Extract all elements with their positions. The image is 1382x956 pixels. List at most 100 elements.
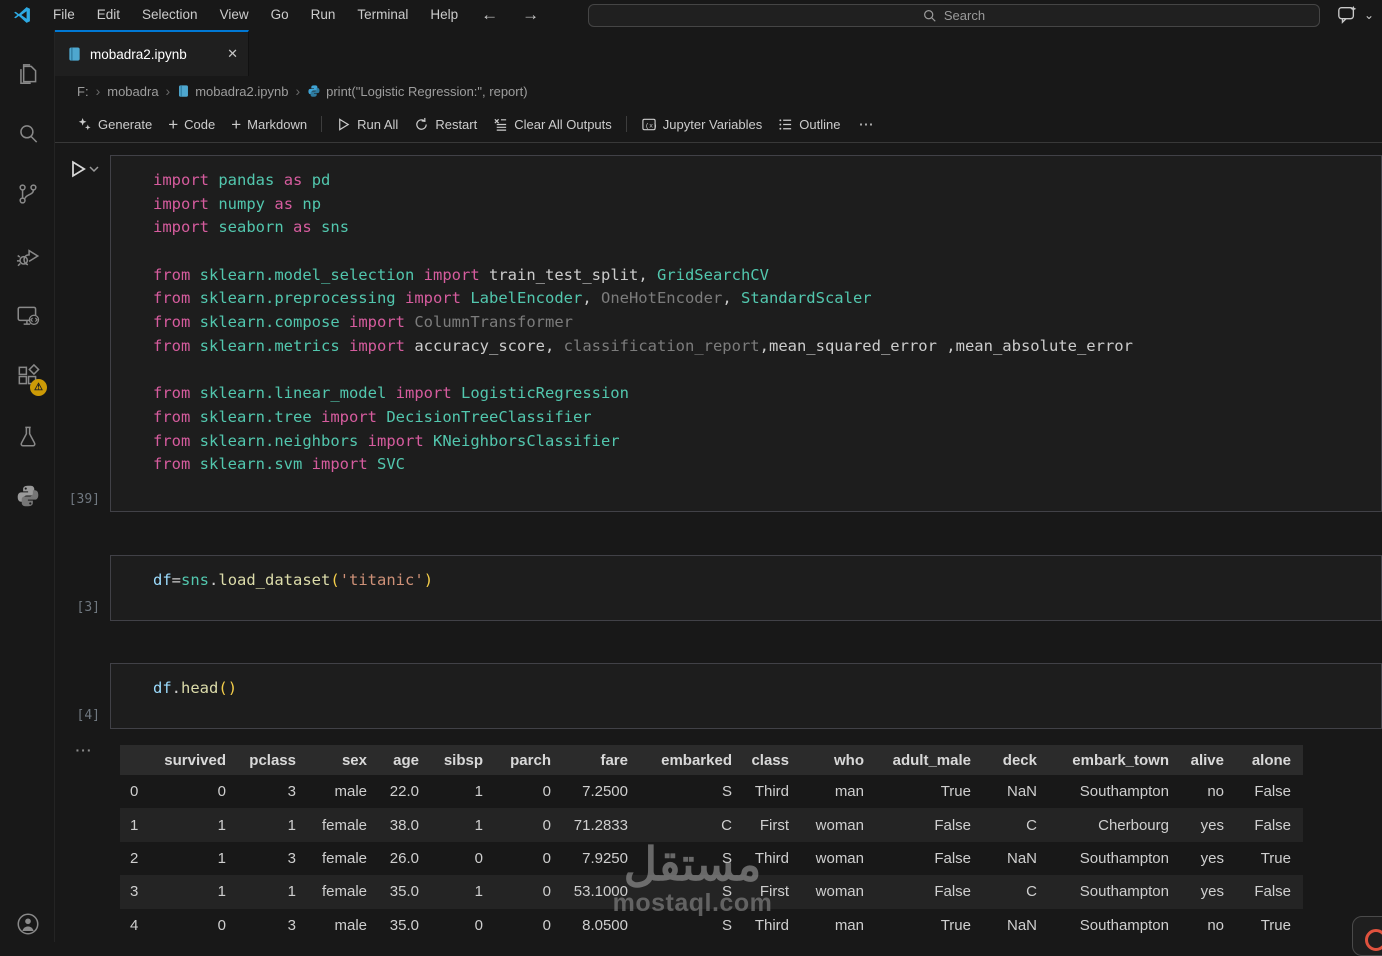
copilot-chevron-icon[interactable]: ⌄ [1364,8,1374,22]
code-cell-3-code[interactable]: df.head() [111,664,1381,701]
table-column-header: pclass [238,745,308,775]
code-line: from sklearn.model_selection import trai… [153,264,1381,288]
run-debug-icon[interactable] [0,234,55,278]
python-symbol-icon [307,84,321,98]
add-code-button[interactable]: + Code [160,111,223,137]
tab-mobadra2-ipynb[interactable]: mobadra2.ipynb ✕ [55,30,249,76]
table-cell: yes [1181,875,1236,908]
table-cell: Southampton [1049,909,1181,942]
run-cell-button[interactable] [68,158,100,180]
play-icon [336,117,351,132]
code-cell-2[interactable]: df=sns.load_dataset('titanic') [110,555,1382,621]
table-cell: woman [801,842,876,875]
copilot-chat-icon[interactable] [1336,5,1358,25]
table-header-row: survivedpclasssexagesibspparchfareembark… [120,745,1303,775]
code-line: from sklearn.tree import DecisionTreeCla… [153,406,1381,430]
clear-all-outputs-button[interactable]: Clear All Outputs [485,111,620,137]
add-markdown-button[interactable]: + Markdown [223,111,315,137]
menu-help[interactable]: Help [419,0,469,30]
restart-button[interactable]: Restart [406,111,485,137]
menu-view[interactable]: View [209,0,260,30]
table-cell: male [308,909,379,942]
chevron-right-icon: › [96,83,101,99]
table-cell: 71.2833 [563,808,640,841]
table-cell: 0 [495,775,563,808]
table-row: 213female26.0007.9250SThirdwomanFalseNaN… [120,842,1303,875]
breadcrumb-file[interactable]: mobadra2.ipynb [195,84,288,99]
source-control-icon[interactable] [0,172,55,216]
jupyter-variables-button[interactable]: (x) Jupyter Variables [633,111,770,137]
forward-arrow-icon[interactable]: → [510,5,551,25]
code-cell-1[interactable]: import pandas as pdimport numpy as npimp… [110,155,1382,512]
table-cell: False [876,875,983,908]
table-cell: 4 [120,909,160,942]
output-options-icon[interactable]: ··· [70,742,98,758]
table-cell: NaN [983,842,1049,875]
table-cell: 3 [120,875,160,908]
code-cell-2-code[interactable]: df=sns.load_dataset('titanic') [111,556,1381,593]
add-code-label: Code [184,117,215,132]
table-column-header: alive [1181,745,1236,775]
table-cell: 22.0 [379,775,431,808]
table-cell: man [801,775,876,808]
table-column-header [120,745,160,775]
table-column-header: fare [563,745,640,775]
table-cell: 2 [120,842,160,875]
sparkle-icon [77,117,92,132]
table-column-header: parch [495,745,563,775]
table-cell: True [876,775,983,808]
table-cell: False [1236,875,1303,908]
menu-terminal[interactable]: Terminal [346,0,419,30]
table-cell: no [1181,775,1236,808]
search-icon [923,9,937,23]
search-input[interactable]: Search [588,4,1320,27]
table-cell: Cherbourg [1049,808,1181,841]
tab-close-icon[interactable]: ✕ [227,46,238,62]
table-cell: female [308,875,379,908]
menu-file[interactable]: File [42,0,86,30]
table-row: 111female38.01071.2833CFirstwomanFalseCC… [120,808,1303,841]
code-line [153,359,1381,383]
account-icon[interactable] [0,902,55,946]
table-cell: 0 [431,909,495,942]
testing-icon[interactable] [0,414,55,458]
remote-explorer-icon[interactable] [0,294,55,338]
notification-toast[interactable] [1352,916,1382,956]
extensions-icon[interactable]: ⚠ [0,354,55,398]
menu-run[interactable]: Run [300,0,347,30]
code-cell-1-code[interactable]: import pandas as pdimport numpy as npimp… [111,156,1381,477]
table-cell: 3 [238,842,308,875]
table-cell: 1 [431,808,495,841]
table-cell: 1 [238,875,308,908]
table-column-header: embark_town [1049,745,1181,775]
menu-selection[interactable]: Selection [131,0,209,30]
notebook-toolbar: Generate + Code + Markdown Run All Resta… [55,106,1382,143]
generate-button[interactable]: Generate [69,111,160,137]
toolbar-separator [321,116,322,132]
table-cell: 0 [495,808,563,841]
outline-button[interactable]: Outline [770,111,848,137]
code-line: df.head() [153,677,1381,701]
chevron-right-icon: › [295,83,300,99]
search-sidebar-icon[interactable] [0,112,55,156]
back-arrow-icon[interactable]: ← [469,5,510,25]
explorer-icon[interactable] [0,52,55,96]
run-cell-chevron-icon[interactable] [88,163,100,175]
toolbar-separator [626,116,627,132]
python-icon[interactable] [0,474,55,518]
execution-count-3: [4] [50,708,100,723]
table-cell: female [308,808,379,841]
notebook-file-icon [67,46,82,62]
run-all-button[interactable]: Run All [328,111,406,137]
code-cell-3[interactable]: df.head() [110,663,1382,729]
breadcrumb-drive[interactable]: F: [77,84,89,99]
menu-go[interactable]: Go [260,0,300,30]
breadcrumb-symbol[interactable]: print("Logistic Regression:", report) [326,84,527,99]
notebook-file-icon [177,84,190,98]
breadcrumb-folder[interactable]: mobadra [107,84,158,99]
code-line: from sklearn.neighbors import KNeighbors… [153,430,1381,454]
menu-edit[interactable]: Edit [86,0,131,30]
table-cell: False [876,842,983,875]
more-actions-icon[interactable]: ⋯ [848,115,884,133]
table-cell: 38.0 [379,808,431,841]
